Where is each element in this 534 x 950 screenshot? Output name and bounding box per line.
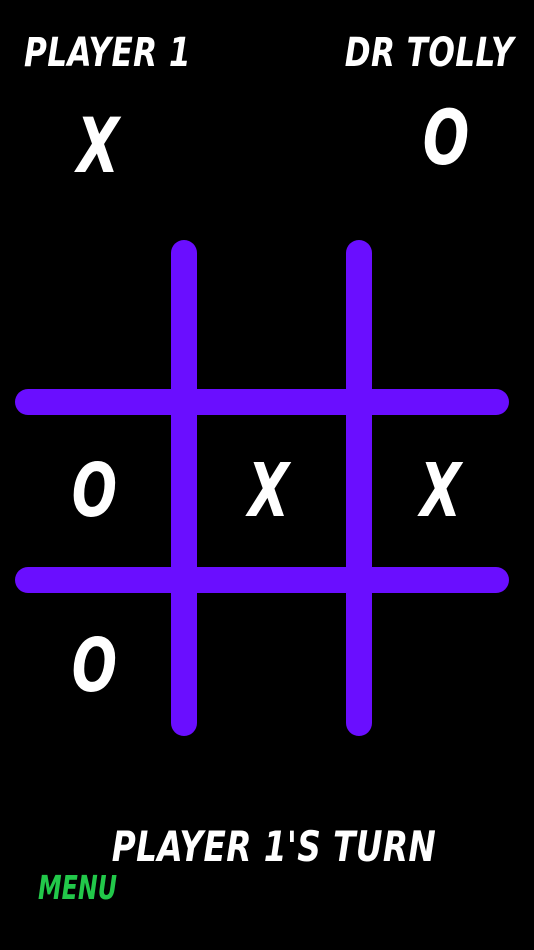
board-cell-2-1[interactable] [189,586,349,746]
cell-mark: O [71,448,117,534]
board-cell-2-2[interactable] [361,586,521,746]
board-cell-1-2[interactable]: X [361,411,521,571]
cell-mark: X [420,448,462,534]
board-cell-1-0[interactable]: O [14,411,174,571]
cell-mark: O [71,623,117,709]
turn-status: PLAYER 1'S TURN [0,822,534,871]
board-cell-1-1[interactable]: X [189,411,349,571]
board-cell-0-0[interactable] [14,238,174,398]
game-board: O X X O [14,238,510,738]
player2-mark: O [422,93,470,182]
board-cell-0-1[interactable] [189,238,349,398]
player2-name: DR TOLLY [344,30,514,76]
player1-mark: X [76,101,120,190]
board-cell-0-2[interactable] [361,238,521,398]
turn-status-text: PLAYER 1'S TURN [111,822,437,871]
board-cell-2-0[interactable]: O [14,586,174,746]
player1-name: PLAYER 1 [24,30,191,76]
menu-button[interactable]: MENU [38,868,117,907]
cell-mark: X [248,448,290,534]
